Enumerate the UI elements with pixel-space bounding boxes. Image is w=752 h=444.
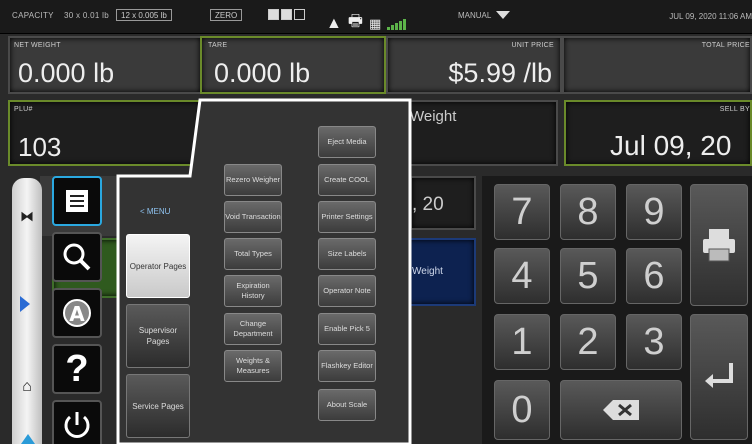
create-cool-button[interactable]: Create COOL <box>318 164 376 196</box>
key-7[interactable]: 7 <box>494 184 550 240</box>
menu-list-button[interactable] <box>52 176 102 226</box>
capacity-range-1: 30 x 0.01 lb <box>64 11 109 20</box>
operator-pages-button[interactable]: Operator Pages <box>126 234 190 298</box>
status-icons: ▲ 🖶 ▦ <box>326 10 407 37</box>
weight-button-label: Weight <box>412 266 443 277</box>
date-field-value: , 20 <box>412 194 444 215</box>
unit-price-label: UNIT PRICE <box>511 42 554 49</box>
expiration-history-button[interactable]: Expiration History <box>224 275 282 307</box>
net-weight-value: 0.000 lb <box>18 58 115 88</box>
backspace-icon <box>603 400 639 420</box>
key-6[interactable]: 6 <box>626 248 682 304</box>
printer-icon: 🖶 <box>347 13 363 30</box>
numeric-keypad: 7 8 9 4 5 6 1 2 3 0 <box>482 176 752 444</box>
key-1[interactable]: 1 <box>494 314 550 370</box>
flashkey-editor-button[interactable]: Flashkey Editor <box>318 350 376 382</box>
search-button[interactable] <box>52 232 102 282</box>
home-icon[interactable]: ⌂ <box>12 378 42 396</box>
sell-by-label: SELL BY <box>719 106 750 113</box>
language-button[interactable]: A <box>52 288 102 338</box>
mode-dropdown-icon[interactable] <box>496 11 510 19</box>
svg-text:A: A <box>69 302 85 326</box>
total-price-label: TOTAL PRICE <box>701 42 750 49</box>
plu-panel[interactable]: PLU# 103 <box>8 100 202 166</box>
printer-icon <box>703 229 735 262</box>
scroll-up-icon[interactable] <box>21 434 35 444</box>
operator-note-button[interactable]: Operator Note <box>318 275 376 307</box>
enable-pick5-button[interactable]: Enable Pick 5 <box>318 313 376 345</box>
plu-label: PLU# <box>14 106 33 113</box>
power-button[interactable] <box>52 400 102 444</box>
signal-icon <box>387 18 407 30</box>
unit-price-value: $5.99 /lb <box>448 58 552 88</box>
void-transaction-button[interactable]: Void Transaction <box>224 201 282 233</box>
print-key[interactable] <box>690 184 748 306</box>
supervisor-pages-button[interactable]: Supervisor Pages <box>126 304 190 368</box>
net-weight-label: NET WEIGHT <box>14 42 61 49</box>
weight-button[interactable]: Weight <box>404 238 476 306</box>
total-types-button[interactable]: Total Types <box>224 238 282 270</box>
range-indicators <box>268 9 305 20</box>
weights-measures-button[interactable]: Weights & Measures <box>224 350 282 382</box>
warning-icon: ▲ <box>326 14 342 32</box>
zero-indicator: ZERO <box>210 9 243 21</box>
key-9[interactable]: 9 <box>626 184 682 240</box>
expand-arrow-icon[interactable] <box>20 296 30 312</box>
unit-price-panel: UNIT PRICE $5.99 /lb <box>386 36 562 94</box>
total-price-panel: TOTAL PRICE <box>562 36 752 94</box>
plu-value: 103 <box>18 132 62 162</box>
key-0[interactable]: 0 <box>494 380 550 440</box>
backspace-key[interactable] <box>560 380 682 440</box>
about-scale-button[interactable]: About Scale <box>318 389 376 421</box>
service-pages-button[interactable]: Service Pages <box>126 374 190 438</box>
list-icon <box>66 190 88 212</box>
date-field[interactable]: , 20 <box>410 176 476 230</box>
rezero-weigher-button[interactable]: Rezero Weigher <box>224 164 282 196</box>
mode-label: MANUAL <box>458 11 492 20</box>
scale-icon[interactable]: ⧓ <box>12 208 42 225</box>
size-labels-button[interactable]: Size Labels <box>318 238 376 270</box>
tare-value: 0.000 lb <box>214 58 311 88</box>
side-rail[interactable]: ⧓ ⌂ <box>12 178 42 444</box>
key-5[interactable]: 5 <box>560 248 616 304</box>
sell-by-panel[interactable]: SELL BY Jul 09, 20 <box>564 100 752 166</box>
key-3[interactable]: 3 <box>626 314 682 370</box>
search-icon <box>63 243 91 271</box>
help-icon: ? <box>65 347 89 390</box>
weight-info-panel: Weight <box>404 100 558 166</box>
weight-info-label: Weight <box>410 108 457 125</box>
tare-label: TARE <box>208 42 228 49</box>
eject-media-button[interactable]: Eject Media <box>318 126 376 158</box>
status-bar: CAPACITY 30 x 0.01 lb 12 x 0.005 lb ZERO… <box>0 0 752 34</box>
network-icon: ▦ <box>368 15 382 31</box>
capacity-label: CAPACITY <box>12 11 54 20</box>
enter-key[interactable] <box>690 314 748 440</box>
change-department-button[interactable]: Change Department <box>224 313 282 345</box>
menu-back-link[interactable]: < MENU <box>140 207 170 216</box>
help-button[interactable]: ? <box>52 344 102 394</box>
language-icon: A <box>63 299 91 327</box>
key-2[interactable]: 2 <box>560 314 616 370</box>
sell-by-value: Jul 09, 20 <box>610 130 732 161</box>
tare-panel[interactable]: TARE 0.000 lb <box>200 36 386 94</box>
printer-settings-button[interactable]: Printer Settings <box>318 201 376 233</box>
net-weight-panel: NET WEIGHT 0.000 lb <box>8 36 202 94</box>
capacity-range-2: 12 x 0.005 lb <box>116 9 172 21</box>
key-8[interactable]: 8 <box>560 184 616 240</box>
datetime: JUL 09, 2020 11:06 AM <box>669 12 752 21</box>
key-4[interactable]: 4 <box>494 248 550 304</box>
power-icon <box>64 412 90 438</box>
enter-icon <box>705 363 733 388</box>
